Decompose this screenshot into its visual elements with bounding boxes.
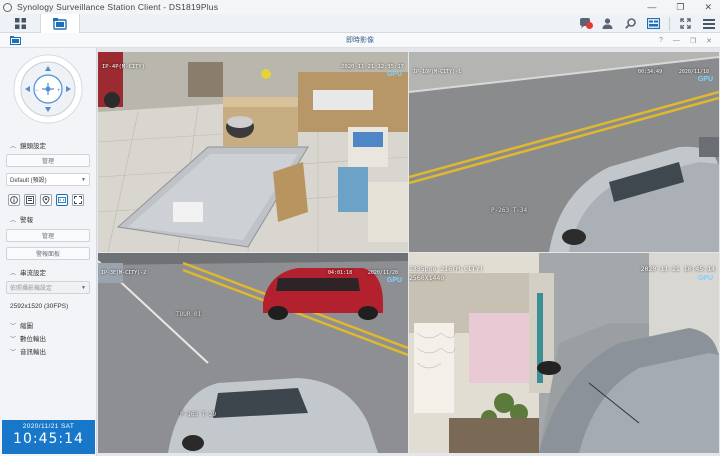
camera-2-name: IP-10P(M-CITY)-1: [413, 69, 462, 75]
help-button[interactable]: ?: [659, 37, 663, 44]
camera-3-time: 04:01:18: [328, 270, 353, 276]
live-view-tab[interactable]: [40, 14, 80, 33]
snapshot-icon: [26, 196, 34, 204]
alarm-header[interactable]: ︿ 警報: [10, 214, 33, 224]
chevron-down-icon: ﹀: [10, 323, 17, 330]
info-button[interactable]: [8, 194, 20, 206]
camera-2-date: 2020/11/18: [678, 69, 709, 75]
clock-widget: 2020/11/21 SAT 10:45:14: [2, 420, 95, 454]
camera-4-resolution: 2560X1440: [409, 274, 445, 282]
ptz-control[interactable]: − +: [13, 54, 83, 124]
fit-button[interactable]: [56, 194, 68, 206]
grid-icon: [14, 18, 26, 29]
chevron-down-icon: ▼: [81, 285, 86, 291]
camera-tile-4[interactable]: I335poe-216(M-CITY) 2560X1440 2020-11-21…: [409, 253, 719, 453]
stream-select[interactable]: 依照攝影機設定 ▼: [6, 281, 90, 294]
maximize-button[interactable]: ❐: [676, 0, 684, 14]
location-button[interactable]: [40, 194, 52, 206]
snapshot-button[interactable]: [24, 194, 36, 206]
camera-1-name: IP-4P(M-CITY): [102, 64, 146, 70]
title-bar: Synology Surveillance Station Client - D…: [0, 0, 720, 14]
camera-3-gpu-badge: GPU: [386, 277, 402, 284]
camera-tile-1[interactable]: IP-4P(M-CITY) 2020-11-21 12:35:17 GPU: [98, 52, 408, 252]
expand-icon: [74, 196, 82, 204]
search-button[interactable]: [619, 14, 642, 33]
camera-4-gpu-badge: GPU: [697, 275, 713, 282]
notification-badge: [586, 22, 593, 29]
chevron-down-icon: ﹀: [10, 349, 17, 356]
search-icon: [625, 18, 636, 29]
toolbar-separator: [669, 16, 670, 31]
app-toolbar: [0, 14, 720, 33]
camera-tile-2[interactable]: IP-10P(M-CITY)-1 00:34:49 2020/11/18 GPU…: [409, 52, 719, 252]
live-view-window-header: 即時影像 ? — ❐ ✕: [0, 33, 720, 48]
close-button[interactable]: ✕: [704, 0, 712, 14]
svg-text:+: +: [57, 88, 61, 94]
video-grid: IP-4P(M-CITY) 2020-11-21 12:35:17 GPU IP…: [97, 48, 720, 456]
audio-output-header[interactable]: ﹀ 音訊輸出: [10, 346, 46, 356]
clock-date: 2020/11/21 SAT: [22, 423, 75, 430]
lens-settings-header[interactable]: ︿ 鏡頭設定: [10, 140, 46, 150]
camera-4-feed: [409, 253, 719, 453]
camera-4-name: I335poe-216(M-CITY): [409, 265, 484, 273]
stream-settings-header[interactable]: ︿ 串流設定: [10, 267, 46, 277]
camera-3-road-text: TOUR 01: [176, 311, 202, 318]
camera-3-name: IP-3E(M-CITY)-2: [101, 270, 147, 276]
alarm-manage-button[interactable]: 管理: [6, 229, 90, 242]
digital-output-header[interactable]: ﹀ 數位輸出: [10, 333, 46, 343]
chevron-up-icon: ︿: [10, 270, 17, 277]
camera-1-feed: [98, 52, 408, 252]
menu-icon: [702, 18, 715, 29]
zoom-header[interactable]: ﹀ 縮圖: [10, 320, 33, 330]
chevron-down-icon: ﹀: [10, 336, 17, 343]
live-view-title: 即時影像: [346, 37, 374, 44]
camera-3-watermark: P-163 T-29: [180, 411, 217, 418]
clock-time: 10:45:14: [13, 431, 84, 447]
alarm-panel-button[interactable]: 警報面板: [6, 247, 90, 260]
panel-restore-button[interactable]: ❐: [690, 37, 696, 45]
lens-icon-row: [8, 194, 84, 206]
layout-icon: [647, 18, 660, 29]
camera-1-timestamp: 2020-11-21 12:35:17: [341, 64, 404, 70]
svg-text:−: −: [35, 88, 39, 94]
camera-3-feed: [98, 253, 408, 453]
fit-width-icon: [58, 197, 66, 203]
chevron-down-icon: ▼: [81, 177, 86, 183]
chevron-up-icon: ︿: [10, 217, 17, 224]
panel-minimize-button[interactable]: —: [673, 37, 680, 44]
camera-2-watermark: P-263 T-34: [491, 207, 528, 214]
stream-resolution: 2592x1520 (30FPS): [10, 303, 69, 310]
location-pin-icon: [42, 196, 50, 204]
camera-2-time: 00:34:49: [638, 69, 663, 75]
layout-button[interactable]: [642, 14, 665, 33]
fullscreen-button[interactable]: [674, 14, 697, 33]
lens-manage-button[interactable]: 管理: [6, 154, 90, 167]
camera-4-timestamp: 2020-11-21 10:45:14: [640, 265, 715, 273]
main-menu-button[interactable]: [0, 14, 40, 33]
window-title: Synology Surveillance Station Client - D…: [17, 2, 219, 12]
chevron-up-icon: ︿: [10, 143, 17, 150]
main-menu-hamburger[interactable]: [697, 14, 720, 33]
app-logo-icon: [3, 2, 12, 12]
camera-2-gpu-badge: GPU: [697, 76, 713, 83]
control-panel: − + ︿ 鏡頭設定 管理 Default (預設) ▼ ︿ 警報 管理 警報面…: [0, 48, 97, 456]
notification-button[interactable]: [573, 14, 596, 33]
camera-2-feed: [409, 52, 719, 252]
expand-button[interactable]: [72, 194, 84, 206]
window-controls: — ❐ ✕: [647, 0, 712, 14]
minimize-button[interactable]: —: [647, 0, 656, 14]
user-icon: [602, 18, 613, 29]
camera-3-date: 2020/11/20: [367, 270, 398, 276]
panel-close-button[interactable]: ✕: [706, 37, 712, 45]
preset-select[interactable]: Default (預設) ▼: [6, 173, 90, 186]
live-view-icon: [53, 17, 67, 30]
info-icon: [10, 196, 18, 204]
user-button[interactable]: [596, 14, 619, 33]
fullscreen-icon: [680, 18, 691, 29]
camera-tile-3[interactable]: IP-3E(M-CITY)-2 04:01:18 2020/11/20 GPU …: [98, 253, 408, 453]
camera-1-gpu-badge: GPU: [386, 71, 402, 78]
